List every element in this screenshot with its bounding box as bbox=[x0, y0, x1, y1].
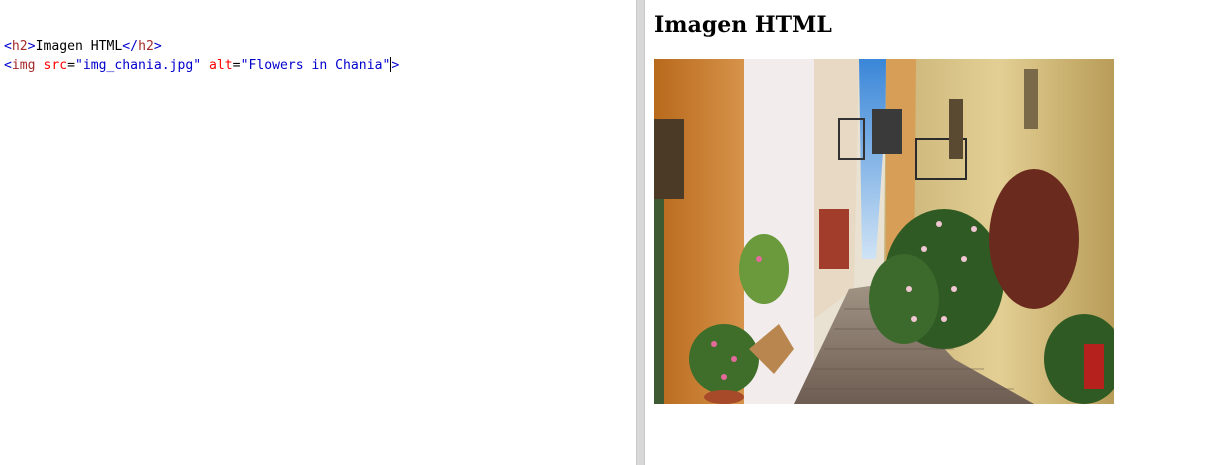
code-token-bracket: < bbox=[4, 39, 12, 54]
result-pane: Imagen HTML bbox=[645, 0, 1227, 465]
code-token-bracket: > bbox=[153, 39, 162, 54]
result-heading: Imagen HTML bbox=[654, 12, 832, 38]
image-alt-text: Flowers in Chania bbox=[645, 0, 646, 1]
code-token-bracket: </ bbox=[122, 39, 139, 54]
code-text[interactable]: <h2>Imagen HTML</h2> <img src="img_chania… bbox=[4, 37, 399, 75]
code-token-tag: img bbox=[11, 58, 36, 73]
code-token-tag: h2 bbox=[138, 39, 154, 54]
code-line[interactable]: <img src="img_chania.jpg" alt="Flowers i… bbox=[4, 56, 399, 75]
code-token-value: "img_chania.jpg" bbox=[74, 58, 202, 73]
chania-photo bbox=[654, 59, 1114, 404]
code-token-text: = bbox=[232, 58, 241, 73]
code-token-attr: alt bbox=[209, 58, 233, 73]
code-line[interactable]: <h2>Imagen HTML</h2> bbox=[4, 37, 399, 56]
code-token-attr: src bbox=[43, 58, 68, 73]
code-token-bracket: < bbox=[4, 58, 12, 73]
pane-splitter[interactable] bbox=[636, 0, 645, 465]
code-token-bracket: > bbox=[27, 39, 36, 54]
code-token-text: Imagen HTML bbox=[35, 39, 123, 54]
code-editor[interactable]: <h2>Imagen HTML</h2> <img src="img_chania… bbox=[0, 0, 636, 465]
code-token-value: "Flowers in Chania" bbox=[240, 58, 391, 73]
code-token-bracket: > bbox=[391, 58, 400, 73]
code-token-text: = bbox=[67, 58, 75, 73]
code-token-tag: h2 bbox=[11, 39, 28, 54]
